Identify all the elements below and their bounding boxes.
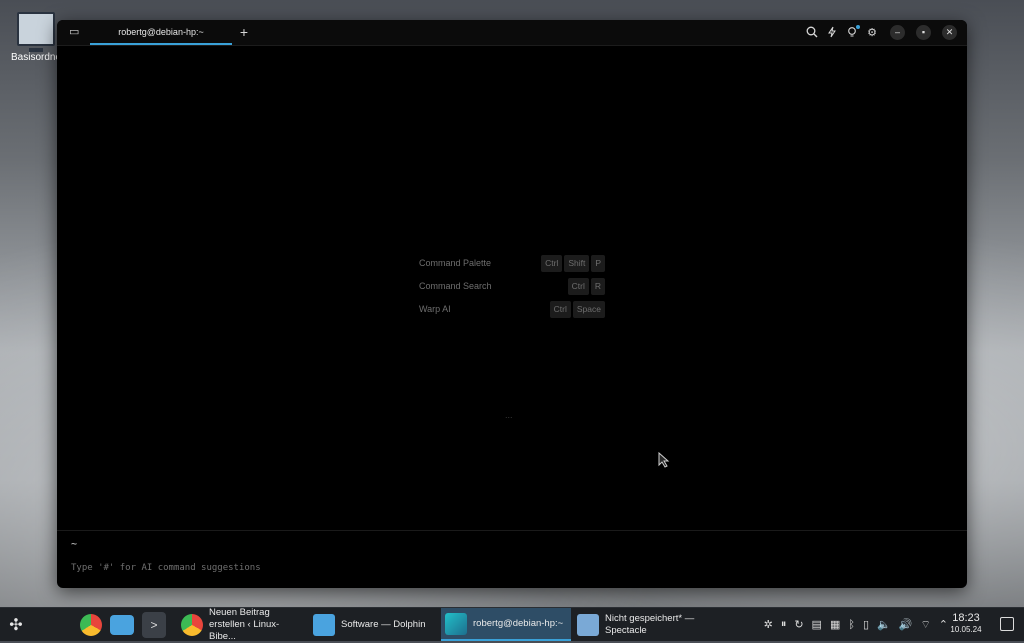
computer-icon (17, 12, 55, 52)
terminal-window: ▭ robertg@debian-hp:~ + ⚙ – ▪ ✕ Command … (57, 20, 967, 588)
clock-date: 10.05.24 (950, 625, 982, 634)
key-cap: P (591, 255, 605, 272)
battery-icon[interactable]: ▯ (863, 618, 869, 631)
application-launcher-icon[interactable]: ✣ (4, 608, 28, 641)
task-dolphin[interactable]: Software — Dolphin (309, 608, 439, 641)
task-label: Nicht gespeichert* — Spectacle (605, 612, 695, 636)
tab-terminal[interactable]: robertg@debian-hp:~ (90, 20, 232, 45)
task-chrome[interactable]: Neuen Beitrag erstellen ‹ Linux-Bibe... (177, 606, 307, 642)
desktop-icon-home-folder[interactable]: Basisordne (8, 12, 64, 63)
key-cap: Ctrl (541, 255, 563, 272)
terminal-icon[interactable]: > (142, 611, 166, 638)
notification-dot (856, 24, 860, 29)
task-label: robertg@debian-hp:~ (473, 617, 564, 629)
key-cap: R (590, 278, 605, 295)
updates-icon[interactable]: ↻ (794, 618, 803, 631)
virtual-desktop-pager[interactable] (32, 611, 72, 637)
key-cap: Space (572, 301, 605, 318)
minimize-button[interactable]: – (890, 25, 905, 40)
hint-label: Command Palette (419, 258, 492, 268)
shortcut-keys: Ctrl Space (549, 301, 605, 318)
folder-icon (313, 613, 335, 636)
shortcut-keys: Ctrl Shift P (541, 255, 605, 272)
task-label: Neuen Beitrag erstellen ‹ Linux-Bibe... (209, 606, 280, 642)
shortcut-hints: Command Palette Ctrl Shift P Command Sea… (419, 253, 605, 322)
mouse-pointer-icon (658, 452, 670, 468)
folder-icon[interactable] (110, 614, 134, 635)
hint-row: Warp AI Ctrl Space (419, 299, 605, 322)
chrome-icon[interactable] (80, 613, 102, 636)
prompt-directory: ~ (71, 539, 78, 550)
clipboard-icon[interactable]: ▤ (812, 618, 822, 631)
close-button[interactable]: ✕ (942, 25, 957, 40)
spectacle-icon (577, 613, 599, 636)
key-cap: Ctrl (567, 278, 589, 295)
gear-icon[interactable]: ⚙ (865, 26, 879, 40)
warp-icon (445, 612, 467, 635)
task-label: Software — Dolphin (341, 618, 426, 630)
hint-label: Command Search (419, 281, 492, 291)
hint-row: Command Search Ctrl R (419, 276, 605, 299)
bluetooth-icon[interactable]: ᛒ (848, 619, 855, 631)
taskbar: ✣ > Neuen Beitrag erstellen ‹ Linux-Bibe… (0, 606, 1024, 642)
search-icon[interactable] (805, 26, 819, 40)
volume-icon[interactable]: 🔈 (877, 618, 891, 631)
key-cap: Shift (564, 255, 590, 272)
loading-indicator: ... (505, 410, 513, 420)
task-spectacle[interactable]: Nicht gespeichert* — Spectacle (573, 608, 703, 641)
key-cap: Ctrl (549, 301, 571, 318)
new-tab-button[interactable]: + (237, 24, 251, 40)
clock-time: 18:23 (952, 612, 980, 624)
hint-row: Command Palette Ctrl Shift P (419, 253, 605, 276)
task-warp-terminal[interactable]: robertg@debian-hp:~ (441, 608, 571, 641)
show-desktop-icon[interactable] (1000, 617, 1014, 631)
command-input[interactable]: Type '#' for AI command suggestions (71, 563, 261, 573)
volume-mic-icon[interactable]: 🔊 (899, 618, 913, 631)
hint-label: Warp AI (419, 304, 451, 314)
titlebar: ▭ robertg@debian-hp:~ + ⚙ – ▪ ✕ (57, 20, 967, 46)
notes-icon[interactable]: ▦ (830, 618, 840, 631)
bolt-icon[interactable] (825, 26, 839, 40)
tab-title: robertg@debian-hp:~ (118, 27, 204, 37)
maximize-button[interactable]: ▪ (916, 25, 931, 40)
tabs-panel-icon[interactable]: ▭ (69, 26, 83, 38)
media-pause-icon[interactable]: ⏸ (781, 618, 787, 631)
pinned-apps: > (76, 608, 170, 641)
lightbulb-icon[interactable] (845, 24, 860, 40)
command-input-area[interactable]: ~ Type '#' for AI command suggestions (57, 530, 967, 588)
desktop-icon-label: Basisordne (10, 52, 62, 63)
clock[interactable]: 18:23 10.05.24 (946, 612, 986, 635)
system-tray: ✲ ⏸ ↻ ▤ ▦ ᛒ ▯ 🔈 🔊 ⌔ ⌃ (764, 608, 948, 641)
shortcut-keys: Ctrl R (567, 278, 605, 295)
titlebar-actions: ⚙ – ▪ ✕ (805, 24, 957, 41)
kde-connect-icon[interactable]: ✲ (764, 618, 773, 631)
wifi-icon[interactable]: ⌔ (920, 618, 930, 632)
chrome-icon (181, 613, 203, 636)
